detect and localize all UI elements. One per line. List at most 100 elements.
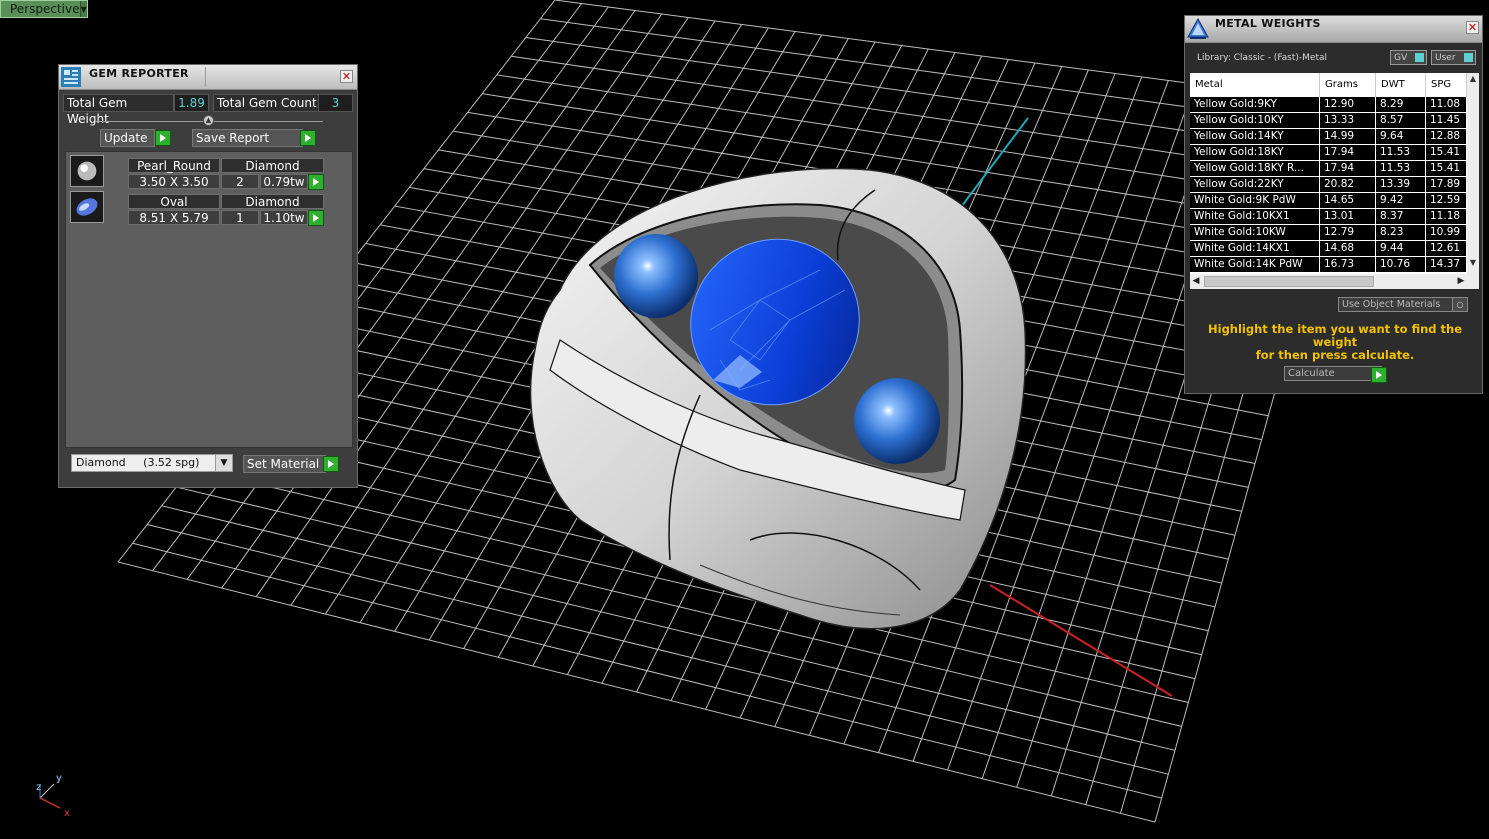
calculate-button[interactable]: Calculate bbox=[1284, 366, 1382, 381]
title-divider bbox=[205, 67, 206, 87]
table-row[interactable]: Yellow Gold:14KY 14.99 9.64 12.88 bbox=[1190, 129, 1467, 145]
gem-weight: 1.10tw bbox=[260, 210, 308, 225]
library-label: Library: Classic - (Fast)-Metal bbox=[1197, 53, 1328, 63]
table-cell: 11.08 bbox=[1426, 97, 1466, 112]
scroll-up-icon[interactable]: ▲ bbox=[1467, 73, 1479, 85]
column-header[interactable]: Metal bbox=[1190, 73, 1320, 97]
table-cell: Yellow Gold:18KY R... bbox=[1190, 161, 1319, 176]
gem-select-icon[interactable] bbox=[308, 174, 324, 190]
scroll-left-icon[interactable]: ◀ bbox=[1190, 274, 1202, 289]
table-cell: 14.37 bbox=[1426, 257, 1466, 272]
column-header[interactable]: SPG bbox=[1426, 73, 1467, 97]
gem-list: Pearl_Round Diamond 3.50 X 3.50 2 0.79tw… bbox=[65, 151, 353, 448]
gem-reporter-icon bbox=[61, 67, 81, 87]
table-cell: 9.42 bbox=[1376, 193, 1425, 208]
table-cell: 8.37 bbox=[1376, 209, 1425, 224]
viewport-label[interactable]: Perspective ▼ bbox=[0, 0, 88, 18]
gem-reporter-panel: GEM REPORTER ✕ Total Gem Weight 1.89 Tot… bbox=[58, 64, 358, 488]
chevron-down-icon[interactable]: ▼ bbox=[79, 1, 87, 17]
table-cell: 9.64 bbox=[1376, 129, 1425, 144]
gem-shape: Pearl_Round bbox=[128, 158, 220, 173]
total-gem-weight-value: 1.89 bbox=[174, 94, 209, 112]
set-material-button[interactable]: Set Material bbox=[243, 455, 326, 473]
pearl-gem-2 bbox=[854, 378, 940, 464]
gem-size: 8.51 X 5.79 bbox=[128, 210, 220, 225]
y-axis-label: y bbox=[56, 773, 62, 784]
table-cell: 14.68 bbox=[1320, 241, 1375, 256]
table-cell: 10.99 bbox=[1426, 225, 1466, 240]
table-cell: Yellow Gold:22KY bbox=[1190, 177, 1319, 192]
table-cell: White Gold:10KW bbox=[1190, 225, 1319, 240]
table-row[interactable]: White Gold:9K PdW 14.65 9.42 12.59 bbox=[1190, 193, 1467, 209]
metal-table[interactable]: Metal Grams DWT SPG Yellow Gold:9KY 12.90… bbox=[1190, 73, 1467, 289]
use-object-materials-toggle[interactable]: Use Object Materials ○ bbox=[1338, 297, 1468, 312]
table-cell: 20.82 bbox=[1320, 177, 1375, 192]
calculate-go-icon[interactable] bbox=[1371, 367, 1387, 383]
table-cell: 13.39 bbox=[1376, 177, 1425, 192]
instruction-line-2: for then press calculate. bbox=[1255, 348, 1415, 362]
table-cell: Yellow Gold:10KY bbox=[1190, 113, 1319, 128]
total-gem-count-value: 3 bbox=[318, 94, 353, 112]
save-report-button[interactable]: Save Report bbox=[192, 129, 303, 147]
table-cell: White Gold:9K PdW bbox=[1190, 193, 1319, 208]
table-cell: 10.76 bbox=[1376, 257, 1425, 272]
table-cell: 11.18 bbox=[1426, 209, 1466, 224]
table-cell: 14.65 bbox=[1320, 193, 1375, 208]
table-cell: 14.99 bbox=[1320, 129, 1375, 144]
table-row[interactable]: Yellow Gold:18KY 17.94 11.53 15.41 bbox=[1190, 145, 1467, 161]
gem-weight: 0.79tw bbox=[260, 174, 308, 189]
x-axis-line bbox=[989, 584, 1173, 697]
table-row[interactable]: White Gold:14K PdW 16.73 10.76 14.37 bbox=[1190, 257, 1467, 273]
save-report-go-icon[interactable] bbox=[300, 130, 316, 146]
table-cell: Yellow Gold:9KY bbox=[1190, 97, 1319, 112]
horizontal-scrollbar[interactable]: ◀ ▶ bbox=[1190, 274, 1467, 289]
table-cell: 8.57 bbox=[1376, 113, 1425, 128]
update-go-icon[interactable] bbox=[155, 130, 171, 146]
table-cell: 17.89 bbox=[1426, 177, 1466, 192]
table-row[interactable]: Yellow Gold:9KY 12.90 8.29 11.08 bbox=[1190, 97, 1467, 113]
close-icon[interactable]: ✕ bbox=[340, 70, 353, 83]
chevron-down-icon[interactable]: ▼ bbox=[215, 455, 232, 471]
pearl-gem-1 bbox=[614, 234, 698, 318]
update-button[interactable]: Update bbox=[100, 129, 155, 147]
column-header[interactable]: Grams bbox=[1320, 73, 1376, 97]
table-cell: 11.45 bbox=[1426, 113, 1466, 128]
gem-material: Diamond bbox=[221, 194, 324, 209]
table-cell: 8.29 bbox=[1376, 97, 1425, 112]
table-cell: 15.41 bbox=[1426, 161, 1466, 176]
scroll-thumb[interactable] bbox=[1204, 276, 1374, 287]
material-select[interactable]: Diamond (3.52 spg) ▼ bbox=[71, 454, 233, 472]
set-material-go-icon[interactable] bbox=[323, 456, 339, 472]
close-icon[interactable]: ✕ bbox=[1466, 21, 1479, 34]
scroll-right-icon[interactable]: ▶ bbox=[1455, 274, 1467, 289]
list-item[interactable]: Oval Diamond 8.51 X 5.79 1 1.10tw bbox=[66, 190, 352, 226]
gv-toggle[interactable]: GV bbox=[1390, 50, 1427, 65]
table-row[interactable]: Yellow Gold:22KY 20.82 13.39 17.89 bbox=[1190, 177, 1467, 193]
user-toggle[interactable]: User bbox=[1431, 50, 1476, 65]
list-item[interactable]: Pearl_Round Diamond 3.50 X 3.50 2 0.79tw bbox=[66, 152, 352, 190]
column-header[interactable]: DWT bbox=[1376, 73, 1426, 97]
toggle-indicator bbox=[1415, 53, 1424, 62]
scroll-down-icon[interactable]: ▼ bbox=[1467, 257, 1479, 269]
user-toggle-label: User bbox=[1435, 53, 1456, 63]
table-cell: 15.41 bbox=[1426, 145, 1466, 160]
collapse-knob[interactable]: ▲ bbox=[203, 115, 214, 126]
instruction-text: Highlight the item you want to find the … bbox=[1195, 323, 1475, 362]
oval-thumbnail-icon bbox=[70, 191, 104, 223]
table-row[interactable]: White Gold:14KX1 14.68 9.44 12.61 bbox=[1190, 241, 1467, 257]
vertical-scrollbar[interactable]: ▲ ▼ bbox=[1467, 73, 1479, 289]
table-row[interactable]: White Gold:10KW 12.79 8.23 10.99 bbox=[1190, 225, 1467, 241]
table-row[interactable]: Yellow Gold:18KY R... 17.94 11.53 15.41 bbox=[1190, 161, 1467, 177]
gem-select-icon[interactable] bbox=[308, 210, 324, 226]
metal-weights-titlebar[interactable]: METAL WEIGHTS ✕ bbox=[1185, 16, 1482, 43]
table-row[interactable]: Yellow Gold:10KY 13.33 8.57 11.45 bbox=[1190, 113, 1467, 129]
gem-material: Diamond bbox=[221, 158, 324, 173]
viewport-label-text: Perspective bbox=[10, 2, 80, 16]
gem-reporter-titlebar[interactable]: GEM REPORTER ✕ bbox=[59, 65, 357, 90]
table-cell: Yellow Gold:14KY bbox=[1190, 129, 1319, 144]
table-row[interactable]: White Gold:10KX1 13.01 8.37 11.18 bbox=[1190, 209, 1467, 225]
table-cell: White Gold:14K PdW bbox=[1190, 257, 1319, 272]
table-cell: 12.90 bbox=[1320, 97, 1375, 112]
axis-indicator: z y x bbox=[36, 773, 70, 819]
toggle-indicator: ○ bbox=[1452, 298, 1467, 311]
